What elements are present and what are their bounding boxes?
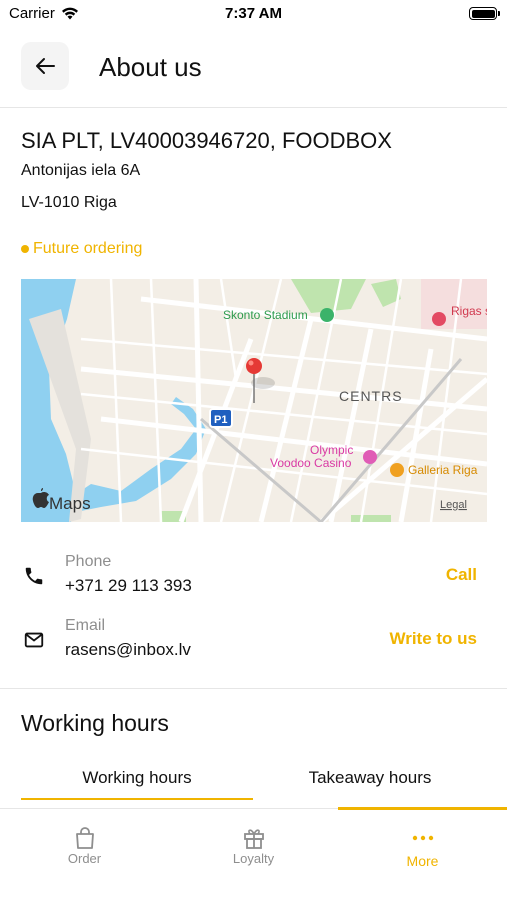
contact-phone-label: Phone <box>65 553 112 570</box>
arrow-left-icon <box>36 58 55 74</box>
gift-icon <box>244 829 264 849</box>
tabbar-item-order[interactable]: Order <box>0 809 169 900</box>
tabbar-item-more[interactable]: More <box>338 809 507 900</box>
tab-takeaway-hours[interactable]: Takeaway hours <box>253 758 487 800</box>
map-label-hospital: Rigas slimnic <box>451 304 487 318</box>
location-pin-icon <box>246 358 262 374</box>
address-line-2: LV-1010 Riga <box>21 194 117 211</box>
hospital-marker-icon <box>432 312 446 326</box>
battery-icon <box>469 7 500 20</box>
bottom-tab-bar: Order Loyalty More <box>0 807 507 900</box>
tab-working-hours-label: Working hours <box>82 768 192 787</box>
contact-phone-value: +371 29 113 393 <box>65 576 192 595</box>
map-label-stadium: Skonto Stadium <box>223 308 308 322</box>
tab-working-hours[interactable]: Working hours <box>21 758 253 800</box>
call-button[interactable]: Call <box>446 565 477 585</box>
contact-email-value: rasens@inbox.lv <box>65 640 191 659</box>
map-label-casino-1: Olympic <box>310 443 353 457</box>
sun-dot-icon <box>21 245 29 253</box>
future-ordering-label: Future ordering <box>33 240 143 257</box>
map-label-gallery: Galleria Riga <box>408 463 478 477</box>
status-bar: Carrier 7:37 AM <box>0 0 507 28</box>
map-legal-link[interactable]: Legal <box>440 499 467 511</box>
status-time: 7:37 AM <box>225 5 282 22</box>
page-title: About us <box>99 52 202 82</box>
tabbar-order-label: Order <box>67 851 102 866</box>
contact-email-label: Email <box>65 617 106 634</box>
mail-icon <box>24 632 44 648</box>
tabbar-loyalty-label: Loyalty <box>232 851 275 866</box>
stadium-marker-icon <box>320 308 334 322</box>
shopping-bag-icon <box>76 827 94 849</box>
back-button[interactable] <box>21 42 69 90</box>
section-divider <box>0 688 507 689</box>
map-label-casino-2: Voodoo Casino <box>270 456 352 470</box>
tabbar-more-label: More <box>406 853 439 869</box>
contact-phone-row: Phone +371 29 113 393 Call <box>0 553 507 603</box>
casino-marker-icon <box>363 450 377 464</box>
gallery-marker-icon <box>390 463 404 477</box>
working-hours-title: Working hours <box>21 710 169 736</box>
phone-icon <box>25 567 43 585</box>
more-dots-icon <box>412 835 434 841</box>
future-ordering-badge: Future ordering <box>21 240 142 258</box>
address-line-1: Antonijas iela 6A <box>21 162 141 179</box>
company-name: SIA PLT, LV40003946720, FOODBOX <box>21 128 392 153</box>
map-label-district: CENTRS <box>339 388 403 404</box>
location-map[interactable]: Skonto Stadium Rigas slimnic CENTRS P1 O… <box>21 279 487 522</box>
map-brand-label: Maps <box>49 494 91 513</box>
tab-takeaway-hours-label: Takeaway hours <box>308 768 432 787</box>
header: About us <box>0 28 507 108</box>
map-label-route: P1 <box>214 414 227 426</box>
tabbar-item-loyalty[interactable]: Loyalty <box>169 809 338 900</box>
contact-email-row: Email rasens@inbox.lv Write to us <box>0 617 507 667</box>
map-canvas: Skonto Stadium Rigas slimnic CENTRS P1 O… <box>21 279 487 522</box>
write-to-us-button[interactable]: Write to us <box>389 629 477 649</box>
